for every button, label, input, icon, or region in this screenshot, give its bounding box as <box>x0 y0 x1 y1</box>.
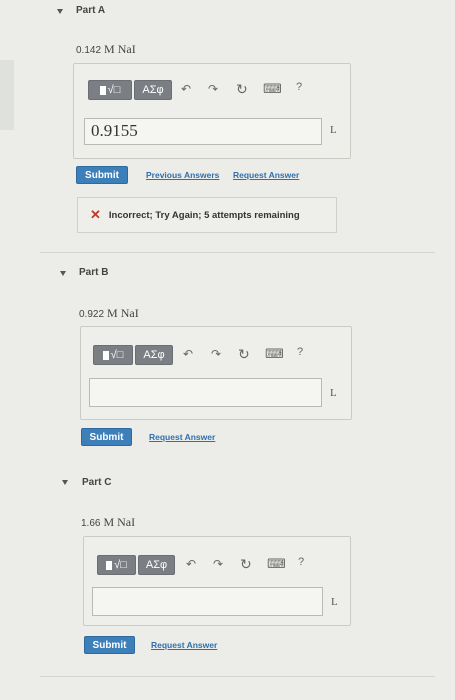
reset-icon[interactable]: ↻ <box>236 81 248 98</box>
undo-icon[interactable]: ↶ <box>186 557 196 571</box>
left-edge-strip <box>0 60 14 130</box>
help-icon[interactable]: ? <box>296 81 302 93</box>
part-c-concentration: 1.66 <box>81 518 101 529</box>
reset-icon[interactable]: ↻ <box>240 556 252 573</box>
part-b-request-answer-link[interactable]: Request Answer <box>149 432 215 442</box>
redo-icon[interactable]: ↷ <box>211 347 221 361</box>
part-b-compound: M NaI <box>107 306 139 320</box>
part-c-unit: L <box>331 596 338 608</box>
part-a-concentration: 0.142 <box>76 45 102 56</box>
reset-icon[interactable]: ↻ <box>238 346 250 363</box>
undo-icon[interactable]: ↶ <box>181 82 191 96</box>
redo-icon[interactable]: ↷ <box>208 82 218 96</box>
radical-icon: √□ <box>110 349 124 361</box>
part-a-compound: M NaI <box>104 42 136 56</box>
part-c-templates-button[interactable]: √□ <box>97 555 136 575</box>
part-b-answer-input[interactable] <box>89 378 322 407</box>
part-c-symbols-button[interactable]: ΑΣφ <box>138 555 175 575</box>
part-a-feedback-banner: ✕ Incorrect; Try Again; 5 attempts remai… <box>77 197 337 233</box>
radical-icon: √□ <box>107 84 121 96</box>
part-b-unit: L <box>330 387 337 399</box>
part-b-title[interactable]: Part B <box>79 267 108 278</box>
part-a-unit: L <box>330 124 337 136</box>
part-divider <box>40 252 435 253</box>
radical-icon: √□ <box>114 559 127 571</box>
part-c-formula: 1.66 M NaI <box>81 515 135 530</box>
help-icon[interactable]: ? <box>298 556 304 568</box>
collapse-part-b-icon[interactable] <box>60 271 66 276</box>
help-icon[interactable]: ? <box>297 346 303 358</box>
keyboard-icon[interactable]: ⌨ <box>263 81 282 97</box>
part-a-templates-button[interactable]: √□ <box>88 80 132 100</box>
part-b-concentration: 0.922 <box>79 309 105 320</box>
part-b-symbols-button[interactable]: ΑΣφ <box>135 345 173 365</box>
keyboard-icon[interactable]: ⌨ <box>267 556 286 572</box>
undo-icon[interactable]: ↶ <box>183 347 193 361</box>
collapse-part-c-icon[interactable] <box>62 480 68 485</box>
part-a-formula: 0.142 M NaI <box>76 42 136 57</box>
part-a-request-answer-link[interactable]: Request Answer <box>233 170 299 180</box>
part-b-templates-button[interactable]: √□ <box>93 345 133 365</box>
part-b-formula: 0.922 M NaI <box>79 306 139 321</box>
part-b-submit-button[interactable]: Submit <box>81 428 132 446</box>
square-icon <box>106 560 113 570</box>
keyboard-icon[interactable]: ⌨ <box>265 346 284 362</box>
part-a-answer-input[interactable]: 0.9155 <box>84 118 322 145</box>
redo-icon[interactable]: ↷ <box>213 557 223 571</box>
bottom-divider <box>40 676 435 677</box>
part-c-compound: M NaI <box>103 515 136 529</box>
part-c-request-answer-link[interactable]: Request Answer <box>151 640 217 650</box>
part-c-answer-input[interactable] <box>92 587 323 616</box>
part-a-feedback-text: Incorrect; Try Again; 5 attempts remaini… <box>108 209 300 221</box>
part-a-submit-button[interactable]: Submit <box>76 166 128 184</box>
part-a-symbols-button[interactable]: ΑΣφ <box>134 80 172 100</box>
assignment-page: Part A 0.142 M NaI √□ ΑΣφ ↶ ↷ ↻ ⌨ ? 0.91… <box>0 0 455 700</box>
square-icon <box>102 350 109 360</box>
part-c-title[interactable]: Part C <box>82 477 111 488</box>
part-a-title[interactable]: Part A <box>76 5 105 16</box>
part-c-submit-button[interactable]: Submit <box>84 636 135 654</box>
collapse-part-a-icon[interactable] <box>57 9 63 14</box>
part-a-previous-answers-link[interactable]: Previous Answers <box>146 170 219 180</box>
x-mark-icon: ✕ <box>90 207 101 222</box>
square-icon <box>99 85 106 95</box>
